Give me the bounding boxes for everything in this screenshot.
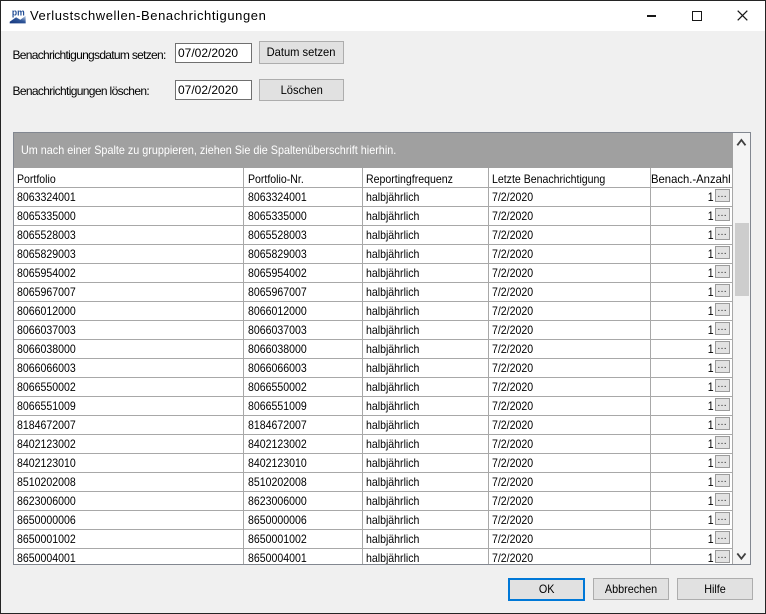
svg-text:pm: pm — [12, 7, 25, 17]
